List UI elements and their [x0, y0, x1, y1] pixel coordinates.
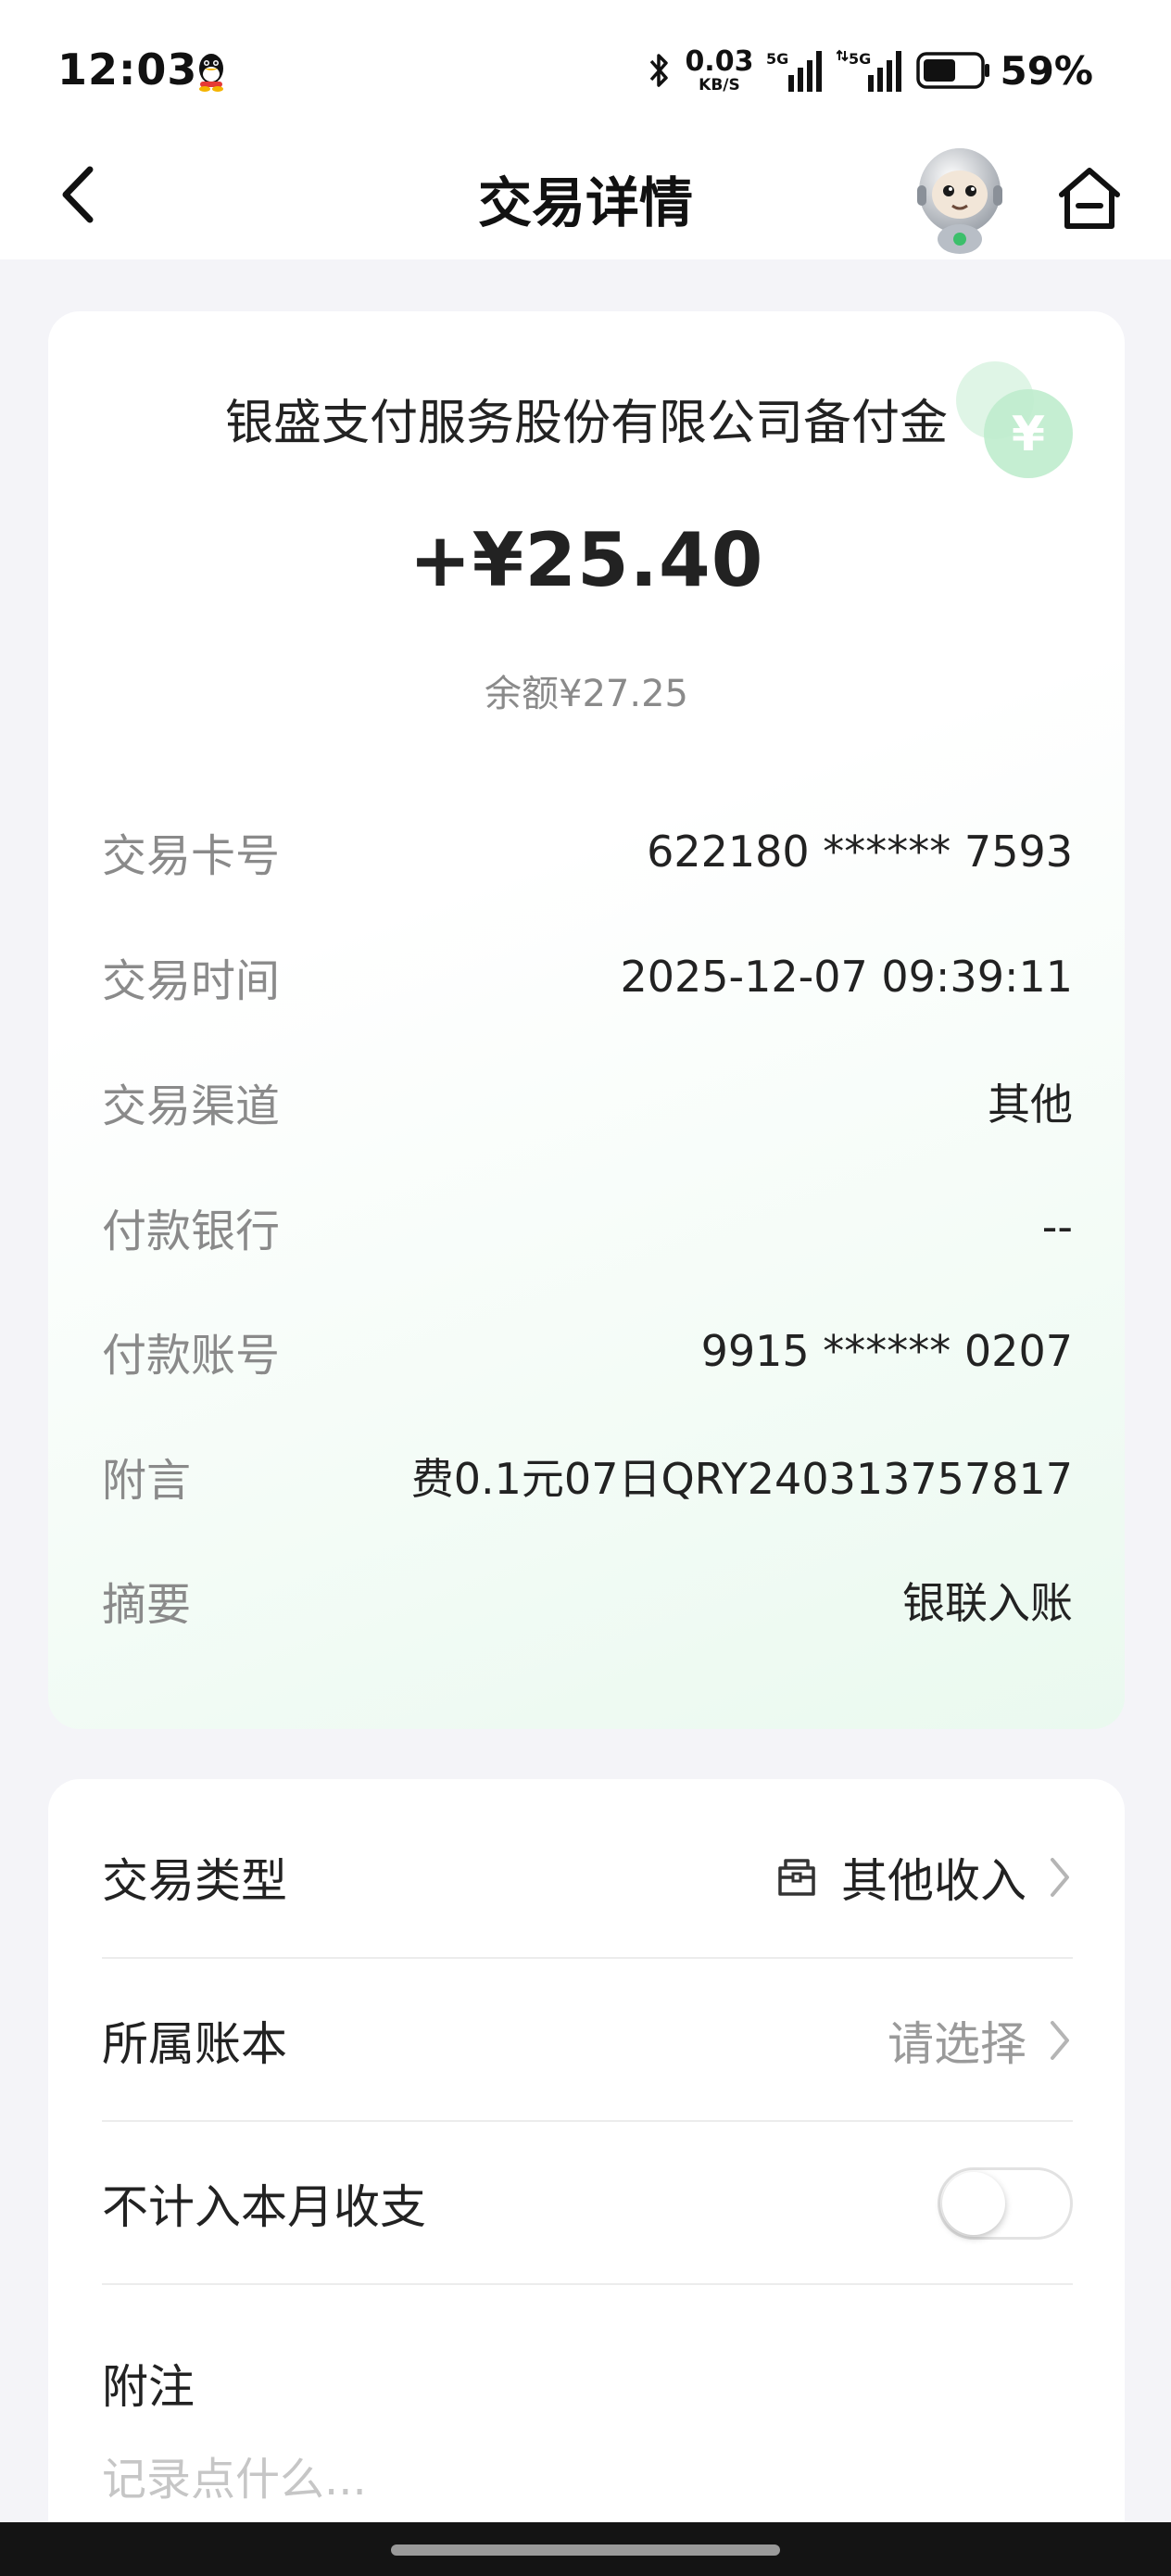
exclude-monthly-toggle[interactable]: [938, 2167, 1073, 2240]
ledger-placeholder: 请选择: [888, 2017, 1026, 2071]
transaction-type-row[interactable]: 交易类型 其他收入: [102, 1798, 1073, 1959]
counterparty-name: 银盛支付服务股份有限公司备付金: [224, 396, 948, 451]
home-gesture-bar[interactable]: [391, 2544, 780, 2556]
signal-5g-icon: 5G: [766, 50, 823, 92]
exclude-monthly-label: 不计入本月收支: [102, 2180, 426, 2234]
transaction-card: ¥ 银盛支付服务股份有限公司备付金 +¥25.40 余额¥27.25 交易卡号 …: [48, 311, 1125, 1729]
status-indicators: 0.03 KB/S 5G 5G 59%: [648, 43, 1093, 98]
ledger-row[interactable]: 所属账本 请选择: [102, 1961, 1073, 2122]
signal-5g-icon-2: 5G: [837, 49, 902, 92]
battery-icon: [916, 52, 990, 89]
net-speed-value: 0.03: [685, 44, 754, 78]
net-speed-unit: KB/S: [699, 75, 740, 95]
chevron-right-icon: [1051, 1858, 1069, 1897]
note-input[interactable]: [102, 2454, 1065, 2506]
detail-label: 附言: [102, 1455, 192, 1507]
signal1-label: 5G: [766, 50, 788, 68]
signal2-label: 5G: [849, 50, 871, 68]
detail-row-payer-account: 付款账号 9915 ****** 0207: [102, 1319, 1073, 1383]
detail-value: --: [1041, 1202, 1073, 1252]
battery-percent: 59%: [1000, 47, 1093, 94]
detail-value: 9915 ****** 0207: [700, 1326, 1073, 1376]
nav-bar: 交易详情: [0, 139, 1171, 259]
note-label: 附注: [102, 2360, 195, 2414]
transaction-type-label: 交易类型: [102, 1854, 287, 1908]
qq-icon: [199, 54, 223, 92]
chevron-right-icon: [1051, 2021, 1069, 2060]
detail-value: 2025-12-07 09:39:11: [620, 952, 1073, 1002]
detail-row-summary: 摘要 银联入账: [102, 1568, 1073, 1633]
status-bar: 12:03 0.03 KB/S 5G 5G 59%: [0, 0, 1171, 139]
detail-label: 交易时间: [102, 955, 281, 1007]
detail-value: 622180 ****** 7593: [647, 827, 1073, 877]
detail-label: 付款账号: [102, 1330, 281, 1382]
balance-after: 余额¥27.25: [485, 673, 688, 715]
robot-assistant-icon[interactable]: [910, 139, 1010, 254]
transaction-amount: +¥25.40: [409, 517, 764, 603]
toggle-knob: [942, 2172, 1005, 2235]
transaction-type-value: 其他收入: [841, 1854, 1026, 1908]
detail-label: 付款银行: [102, 1206, 281, 1257]
gesture-area: [0, 2522, 1171, 2576]
detail-value: 费0.1元07日QRY240313757817: [410, 1454, 1073, 1504]
home-icon: [1059, 168, 1120, 229]
envelope-icon: [778, 1859, 815, 1896]
detail-row-payer-bank: 付款银行 --: [102, 1194, 1073, 1259]
detail-value: 银联入账: [902, 1578, 1073, 1628]
detail-row-card-number: 交易卡号 622180 ****** 7593: [102, 819, 1073, 884]
status-time: 12:03: [57, 44, 198, 95]
settings-card: 交易类型 其他收入 所属账本 请选择 不计入本月收支 附注 记录点什么...: [48, 1779, 1125, 2576]
detail-label: 摘要: [102, 1579, 192, 1631]
detail-row-time: 交易时间 2025-12-07 09:39:11: [102, 944, 1073, 1009]
ledger-label: 所属账本: [102, 2017, 287, 2071]
detail-label: 交易卡号: [102, 830, 281, 882]
detail-row-channel: 交易渠道 其他: [102, 1069, 1073, 1134]
battery: 59%: [916, 48, 1093, 94]
home-button[interactable]: [1054, 163, 1125, 234]
net-speed: 0.03 KB/S: [685, 44, 754, 95]
detail-row-memo: 附言 费0.1元07日QRY240313757817: [102, 1444, 1073, 1509]
bluetooth-icon: [650, 54, 669, 87]
detail-label: 交易渠道: [102, 1080, 281, 1132]
detail-value: 其他: [988, 1080, 1073, 1130]
exclude-monthly-row: 不计入本月收支: [102, 2124, 1073, 2285]
